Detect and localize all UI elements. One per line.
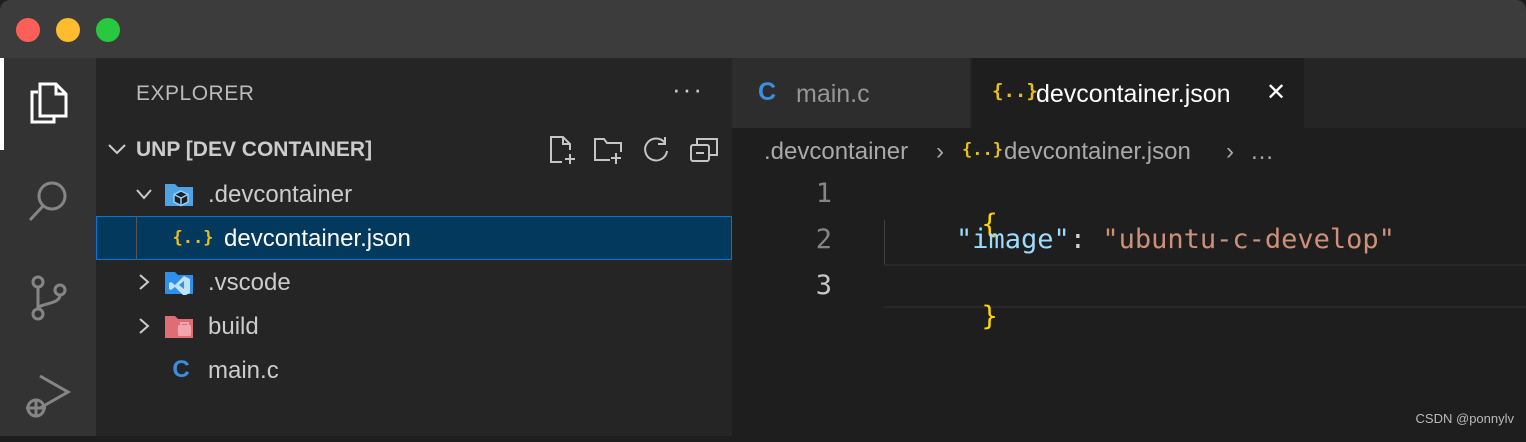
- chevron-down-icon: [136, 189, 152, 200]
- zoom-window-button[interactable]: [96, 18, 120, 42]
- collapse-all-button[interactable]: [688, 134, 720, 166]
- c-file-icon: C: [172, 356, 190, 383]
- devcontainer-folder-icon: [164, 180, 194, 208]
- activity-bar: [0, 58, 96, 436]
- tree-folder-vscode[interactable]: .vscode: [96, 260, 732, 304]
- explorer-sidebar: EXPLORER ··· UNP [DEV CONTAINER] .devcon…: [96, 58, 732, 436]
- tree-item-label: .devcontainer: [208, 181, 353, 208]
- c-file-icon: C: [758, 78, 777, 106]
- tree-folder-build[interactable]: build: [96, 304, 732, 348]
- breadcrumb-file[interactable]: devcontainer.json: [1004, 138, 1191, 166]
- new-folder-button[interactable]: [592, 134, 624, 166]
- title-bar: [0, 0, 1526, 58]
- line-number: 1: [815, 178, 832, 209]
- vscode-folder-icon: [164, 268, 194, 296]
- breadcrumb-more[interactable]: …: [1250, 138, 1274, 166]
- workspace-title: UNP [DEV CONTAINER]: [136, 138, 373, 161]
- tab-label: devcontainer.json: [1036, 80, 1231, 108]
- close-icon[interactable]: ✕: [1266, 78, 1286, 107]
- string-token: "ubuntu-c-develop": [1102, 224, 1395, 255]
- tree-file-main-c[interactable]: C main.c: [96, 348, 732, 392]
- tree-item-label: build: [208, 313, 259, 340]
- workspace-section-header[interactable]: UNP [DEV CONTAINER]: [96, 130, 732, 170]
- tab-devcontainer-json[interactable]: {..} devcontainer.json ✕: [972, 58, 1304, 128]
- brace-token: }: [981, 301, 998, 332]
- line-number: 2: [815, 224, 832, 255]
- more-actions-icon[interactable]: ···: [672, 74, 704, 105]
- breadcrumb-folder[interactable]: .devcontainer: [764, 138, 908, 166]
- new-folder-icon: [594, 138, 622, 164]
- minimize-window-button[interactable]: [56, 18, 80, 42]
- explorer-icon: [30, 82, 68, 124]
- new-file-button[interactable]: [546, 134, 578, 166]
- watermark: CSDN @ponnylv: [1415, 411, 1514, 426]
- search-icon: [28, 181, 67, 222]
- chevron-down-icon: [108, 144, 126, 155]
- activity-run-debug[interactable]: [0, 350, 96, 442]
- code-line: "image": "ubuntu-c-develop": [956, 224, 1395, 255]
- tree-folder-devcontainer[interactable]: .devcontainer: [96, 172, 732, 216]
- json-icon: {..}: [962, 140, 1003, 160]
- activity-explorer[interactable]: [0, 58, 96, 150]
- tab-bar: C main.c {..} devcontainer.json ✕: [732, 58, 1526, 128]
- json-icon: {..}: [172, 228, 214, 248]
- new-file-icon: [550, 136, 575, 164]
- run-debug-icon: [26, 374, 72, 418]
- chevron-right-icon: ›: [1226, 138, 1234, 165]
- close-window-button[interactable]: [16, 18, 40, 42]
- refresh-button[interactable]: [640, 134, 672, 166]
- key-token: "image": [956, 224, 1070, 255]
- json-icon: {..}: [992, 80, 1038, 102]
- collapse-all-icon: [690, 138, 718, 162]
- chevron-right-icon: ›: [936, 138, 944, 165]
- indent-guide: [136, 216, 137, 260]
- explorer-title: EXPLORER: [136, 82, 255, 105]
- source-control-icon: [31, 275, 67, 321]
- editor-area: C main.c {..} devcontainer.json ✕ .devco…: [732, 58, 1526, 436]
- refresh-icon: [644, 137, 668, 162]
- tab-main-c[interactable]: C main.c: [732, 58, 970, 128]
- activity-search[interactable]: [0, 156, 96, 248]
- tree-item-label: .vscode: [208, 269, 291, 296]
- chevron-right-icon: [139, 318, 150, 334]
- chevron-right-icon: [139, 274, 150, 290]
- activity-source-control[interactable]: [0, 252, 96, 344]
- code-line: }: [884, 270, 998, 363]
- tree-item-label: main.c: [208, 357, 279, 384]
- colon-token: :: [1069, 224, 1103, 255]
- build-folder-icon: [164, 312, 194, 340]
- breadcrumb: .devcontainer › {..} devcontainer.json ›…: [732, 128, 1526, 172]
- indent-guide: [884, 220, 885, 264]
- line-number: 3: [815, 270, 832, 301]
- tab-label: main.c: [796, 80, 870, 108]
- tree-file-devcontainer-json[interactable]: {..} devcontainer.json: [96, 216, 732, 260]
- tree-item-label: devcontainer.json: [224, 225, 411, 252]
